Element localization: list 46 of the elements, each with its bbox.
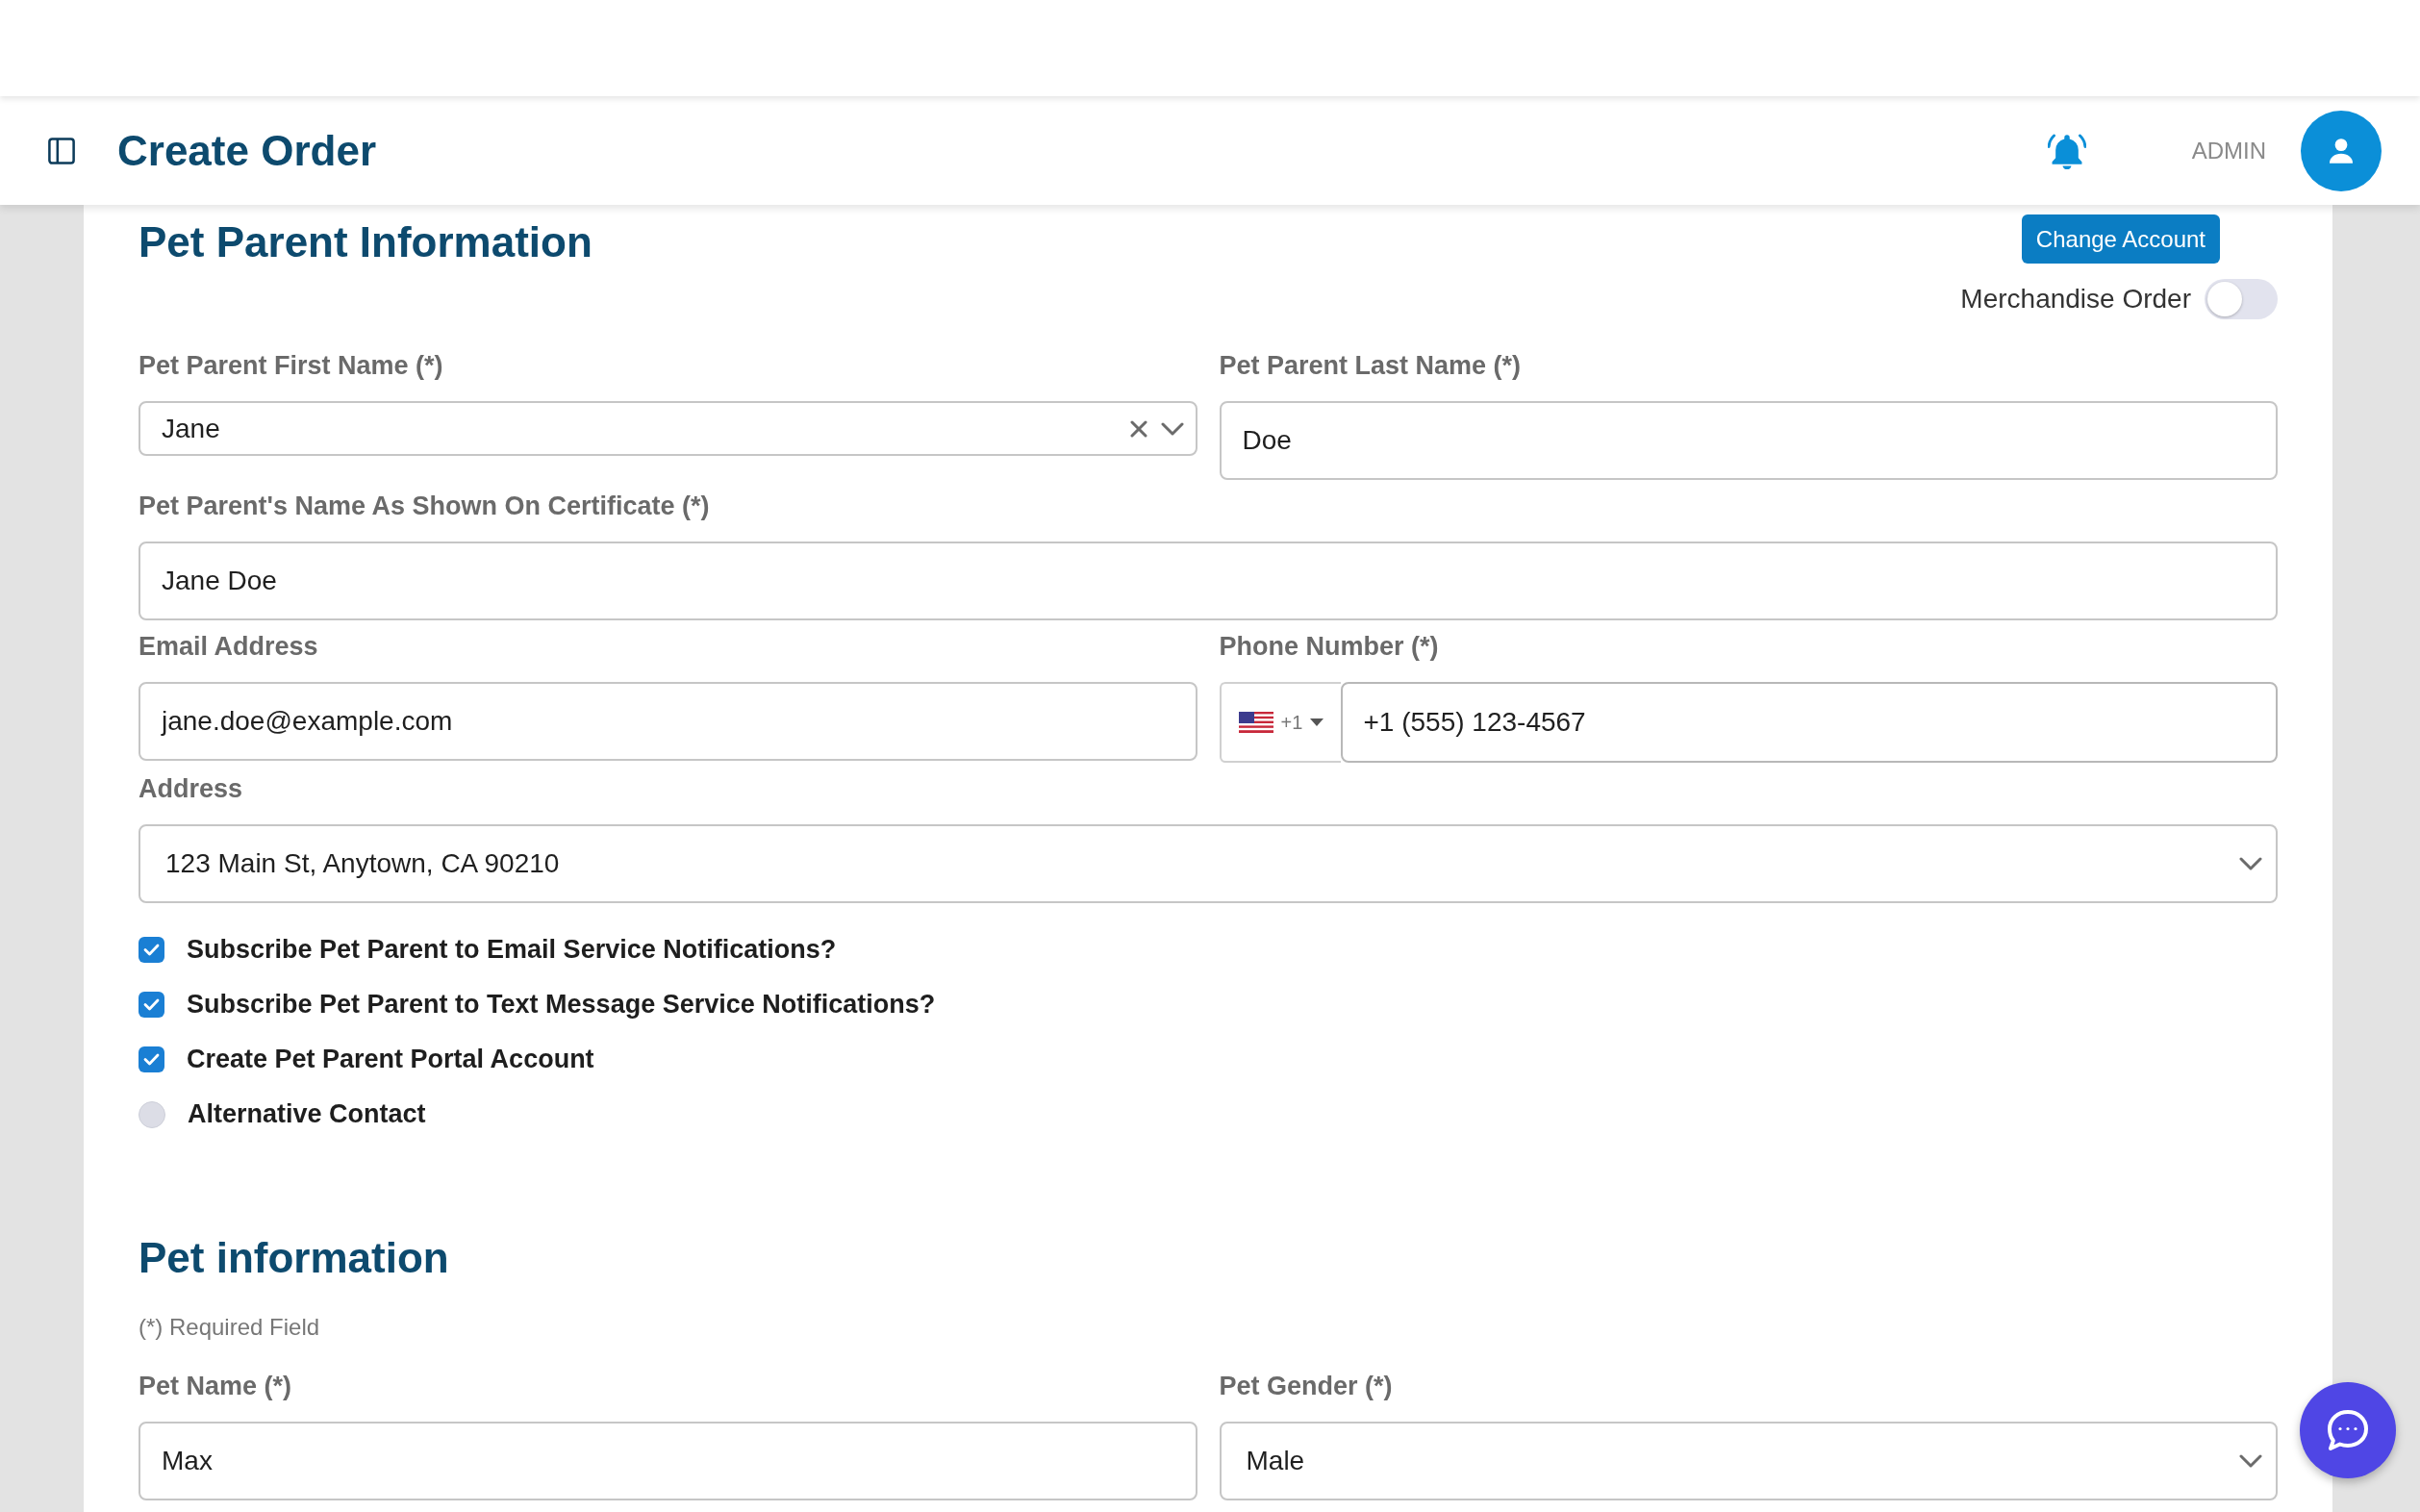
- field-label: Pet Parent's Name As Shown On Certificate (*): [139, 491, 710, 522]
- chevron-down-icon[interactable]: [2239, 1454, 2262, 1468]
- checkbox[interactable]: [139, 1100, 165, 1128]
- chat-button[interactable]: [2300, 1382, 2396, 1478]
- text-field[interactable]: Max: [139, 1422, 1197, 1500]
- field-label: Address: [139, 773, 243, 805]
- page-title: Create Order: [117, 125, 376, 176]
- text-field[interactable]: Jane Doe: [139, 542, 2278, 620]
- flag-icon: [1238, 712, 1273, 733]
- bell-icon[interactable]: [2047, 131, 2086, 170]
- field-label: Pet Parent First Name (*): [139, 350, 443, 382]
- section-heading: Pet information: [139, 1234, 449, 1282]
- text-field[interactable]: Doe: [1219, 401, 2278, 480]
- check-icon: [143, 944, 160, 956]
- checkbox-label: Create Pet Parent Portal Account: [187, 1044, 594, 1076]
- checkbox-label: Subscribe Pet Parent to Text Message Service Notifications?: [187, 989, 936, 1021]
- checkbox-label: Subscribe Pet Parent to Email Service Notifications?: [187, 934, 837, 967]
- field-label: Phone Number (*): [1219, 631, 1439, 663]
- country-code-dropdown[interactable]: +1: [1219, 682, 1341, 763]
- sidebar-icon[interactable]: [48, 137, 75, 164]
- required-note: (*) Required Field: [139, 1313, 320, 1342]
- checkbox[interactable]: [139, 937, 164, 963]
- combo-field[interactable]: Jane: [139, 401, 1197, 456]
- user-role-label: ADMIN: [2191, 136, 2266, 165]
- chevron-down-icon[interactable]: [2239, 857, 2262, 870]
- dropdown-field[interactable]: 123 Main St, Anytown, CA 90210: [139, 824, 2278, 903]
- checkbox-label: Alternative Contact: [188, 1098, 426, 1131]
- toggle-label: Merchandise Order: [1960, 283, 2191, 315]
- close-icon[interactable]: [1129, 419, 1147, 438]
- phone-field[interactable]: +1 (555) 123-4567: [1340, 682, 2278, 763]
- chevron-down-icon[interactable]: [1160, 421, 1184, 436]
- dropdown-field[interactable]: Male: [1219, 1422, 2278, 1500]
- merchandise-toggle[interactable]: [2205, 279, 2278, 319]
- chat-bubble-icon: [2326, 1409, 2370, 1451]
- check-icon: [143, 1053, 160, 1066]
- checkbox[interactable]: [139, 1046, 164, 1072]
- field-label: Pet Parent Last Name (*): [1219, 350, 1522, 382]
- field-label: Pet Gender (*): [1219, 1371, 1393, 1402]
- checkbox[interactable]: [139, 992, 164, 1018]
- field-label: Pet Name (*): [139, 1371, 292, 1402]
- section-heading: Pet Parent Information: [139, 218, 592, 266]
- change-account-button[interactable]: Change Account: [2021, 214, 2220, 264]
- field-label: Email Address: [139, 631, 318, 663]
- text-field[interactable]: jane.doe@example.com: [139, 682, 1197, 761]
- check-icon: [143, 998, 160, 1011]
- caret-icon[interactable]: [1310, 718, 1324, 726]
